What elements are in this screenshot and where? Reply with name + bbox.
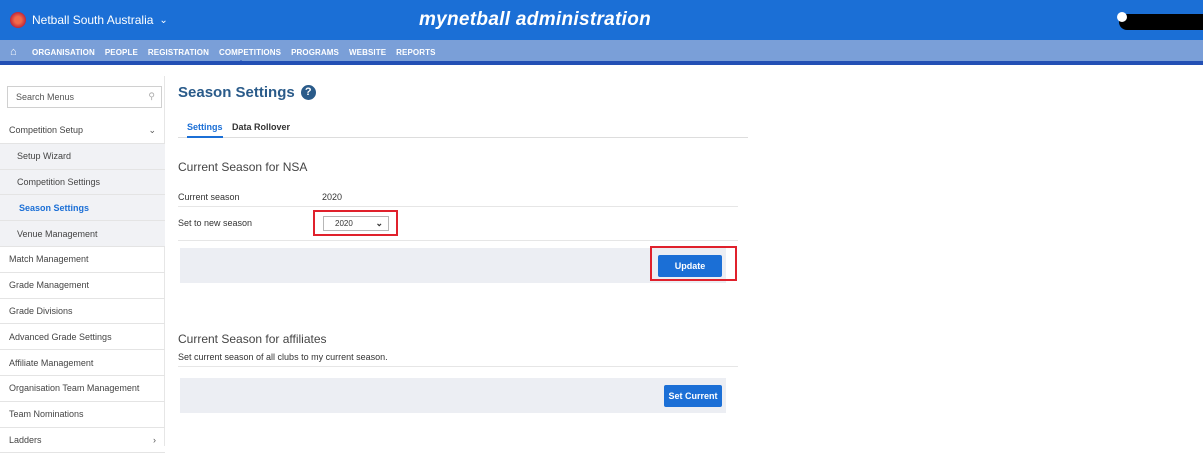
sidebar-item-team-nominations[interactable]: Team Nominations [0,402,165,428]
search-placeholder: Search Menus [16,92,75,102]
sidebar-item-affiliate-management[interactable]: Affiliate Management [0,350,165,376]
nav-stripe [0,61,1203,65]
set-current-button[interactable]: Set Current [664,385,722,407]
sidebar-item-grade-divisions[interactable]: Grade Divisions [0,299,165,325]
affiliates-action-bar [180,378,726,413]
sidebar: Search Menus ⚲ Competition Setup ⌄ Setup… [0,76,165,453]
nav-organisation[interactable]: ORGANISATION [32,48,95,57]
active-nav-indicator [236,60,246,65]
sidebar-item-competition-setup[interactable]: Competition Setup ⌄ [0,118,165,144]
page-title-text: Season Settings [178,84,295,101]
new-season-select[interactable]: 2020 ⌄ [323,216,389,231]
sidebar-item-label: Venue Management [17,228,98,239]
app-title: mynetball administration [418,9,652,30]
radio-participation-label: Participation [1168,87,1203,98]
organisation-name: Netball South Australia [32,13,154,27]
nav-reports[interactable]: REPORTS [396,48,435,57]
mode-toggle: Management Participation [1077,87,1203,98]
row-divider [178,206,738,207]
sidebar-item-label: Affiliate Management [9,357,94,368]
sidebar-item-season-settings[interactable]: Season Settings [0,195,165,222]
sidebar-item-match-management[interactable]: Match Management [0,247,165,273]
sidebar-item-advanced-grade-settings[interactable]: Advanced Grade Settings [0,324,165,351]
row-divider [178,240,738,241]
sidebar-item-grade-management[interactable]: Grade Management [0,273,165,299]
search-input[interactable]: Search Menus ⚲ [7,86,162,108]
chevron-right-icon: › [153,434,156,445]
affiliates-description: Set current season of all clubs to my cu… [178,352,388,362]
sidebar-item-setup-wizard[interactable]: Setup Wizard [0,143,165,170]
chevron-down-icon: ⌄ [159,14,168,26]
sidebar-item-label: Grade Management [9,280,90,291]
sidebar-item-label: Grade Divisions [9,305,73,316]
nav-items: ORGANISATION PEOPLE REGISTRATION COMPETI… [32,48,436,57]
tab-settings[interactable]: Settings [187,122,223,138]
chevron-down-icon: ⌄ [148,124,156,135]
sidebar-item-label: Competition Setup [9,125,84,136]
sidebar-item-label: Advanced Grade Settings [9,331,112,342]
organisation-logo-icon [10,12,26,28]
nav-programs[interactable]: PROGRAMS [291,48,339,57]
page-title: Season Settings ? [178,84,316,101]
nav-competitions[interactable]: COMPETITIONS [219,48,281,57]
nsa-action-bar [180,248,726,283]
new-season-label: Set to new season [178,218,253,228]
new-season-select-value: 2020 [335,219,353,228]
new-season-highlight: 2020 ⌄ [313,210,398,236]
chevron-down-icon: ⌄ [375,218,383,228]
affiliates-section-title: Current Season for affiliates [178,332,327,346]
current-season-value: 2020 [322,192,343,202]
update-button[interactable]: Update [658,255,722,277]
radio-management-label: Management [1090,87,1149,98]
radio-management[interactable] [1077,88,1086,97]
help-circle-icon[interactable]: ? [300,85,316,100]
sidebar-item-label: Organisation Team Management [9,383,140,394]
main-nav: ⌂ ORGANISATION PEOPLE REGISTRATION COMPE… [0,40,1203,98]
sidebar-menu: Competition Setup ⌄ Setup Wizard Competi… [0,118,165,453]
main-content: Season Settings ? Settings Data Rollover… [178,76,748,446]
sidebar-item-organisation-team-management[interactable]: Organisation Team Management [0,376,165,402]
current-season-label: Current season [178,192,240,202]
sidebar-item-venue-management[interactable]: Venue Management [0,221,165,247]
sidebar-item-label: Season Settings [19,202,90,213]
row-divider [178,366,738,367]
sidebar-item-label: Team Nominations [9,409,84,420]
home-icon[interactable]: ⌂ [10,46,17,58]
user-account-menu[interactable] [1117,12,1203,30]
sidebar-item-label: Ladders [9,434,42,445]
tab-data-rollover[interactable]: Data Rollover [232,122,290,132]
sidebar-item-label: Competition Settings [17,176,101,187]
organisation-switcher[interactable]: Netball South Australia ⌄ [10,12,168,28]
sidebar-item-ladders[interactable]: Ladders › [0,428,165,453]
sidebar-item-label: Setup Wizard [17,151,72,162]
nav-people[interactable]: PEOPLE [105,48,138,57]
nsa-section-title: Current Season for NSA [178,160,308,174]
nav-registration[interactable]: REGISTRATION [148,48,209,57]
top-bar: Netball South Australia ⌄ mynetball admi… [0,0,1203,40]
search-icon[interactable]: ⚲ [148,91,155,102]
sidebar-item-label: Match Management [9,254,89,265]
nav-website[interactable]: WEBSITE [349,48,386,57]
sidebar-item-competition-settings[interactable]: Competition Settings [0,169,165,196]
tabs: Settings Data Rollover [178,120,748,138]
radio-participation[interactable] [1155,88,1165,97]
